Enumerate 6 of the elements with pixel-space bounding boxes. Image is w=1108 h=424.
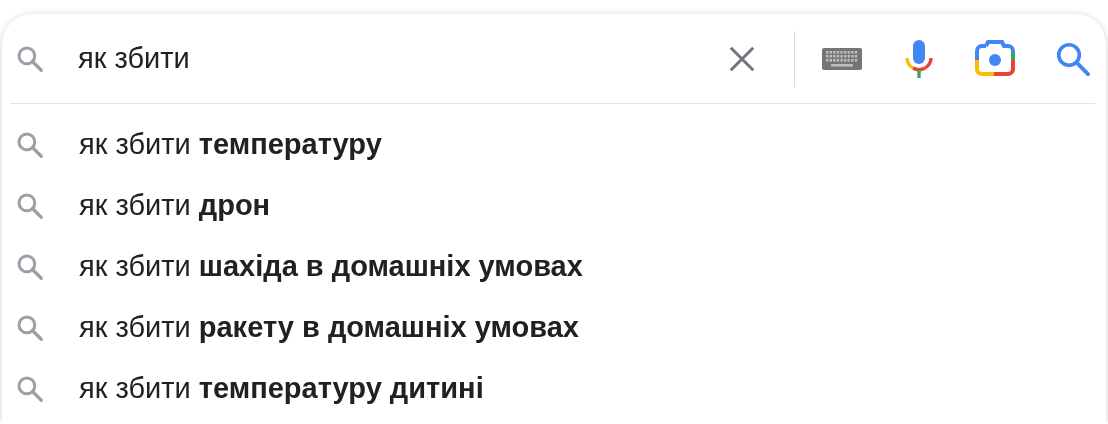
suggestion[interactable]: як збити дрон	[79, 189, 271, 222]
search-field[interactable]: як збити	[78, 42, 727, 75]
suggestion[interactable]: як збити температуру дитині	[79, 372, 484, 405]
suggestion[interactable]: як збити шахіда в домашніх умовах	[79, 250, 583, 283]
suggestion[interactable]: як збити ракету в домашніх умовах	[79, 311, 579, 344]
suggestion[interactable]: як збити температуру	[79, 128, 382, 161]
